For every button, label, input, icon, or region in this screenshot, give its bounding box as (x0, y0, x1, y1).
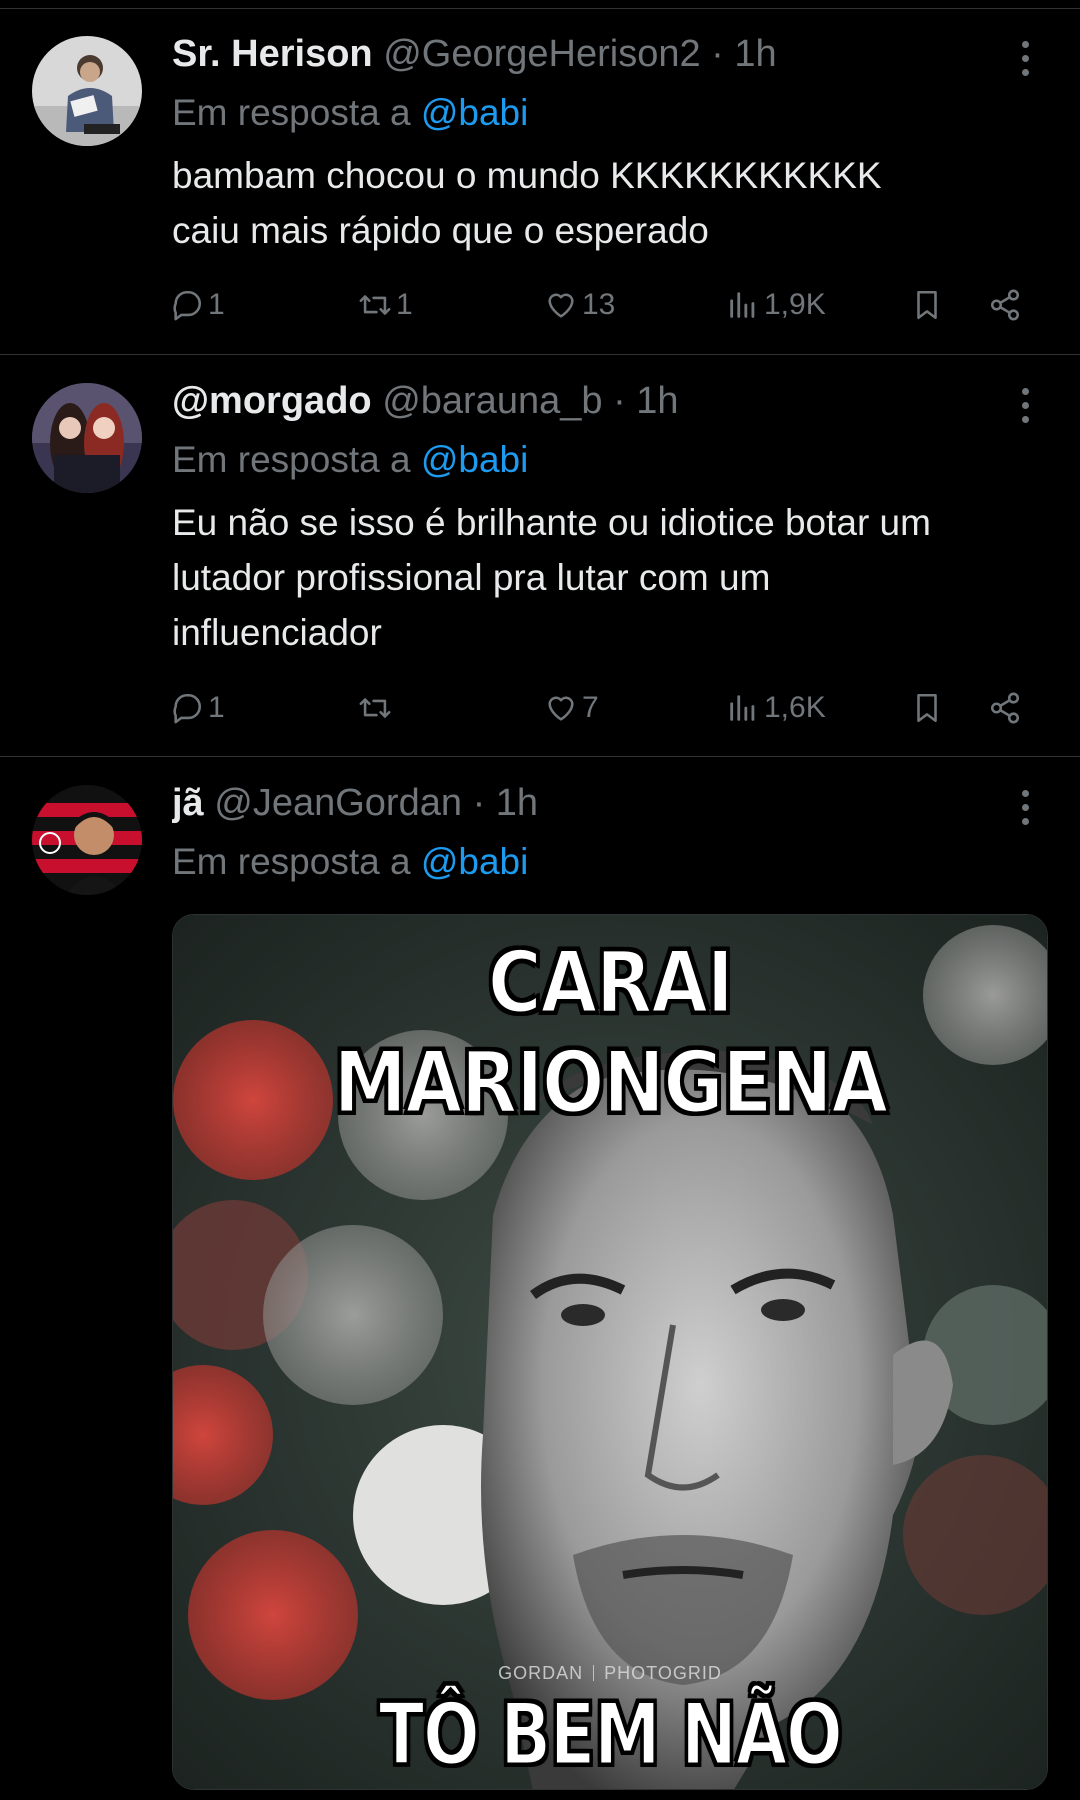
bookmark-icon (917, 290, 937, 320)
tweet-text: Eu não se isso é brilhante ou idiotice b… (172, 495, 1042, 660)
meme-caption-bottom: TÔ BEM NÃO (377, 1684, 844, 1787)
views-count: 1,9K (764, 288, 826, 321)
meme-caption-top: CARAI MARIONGENA (332, 932, 890, 1135)
avatar[interactable] (32, 383, 142, 493)
display-name[interactable]: jã (172, 782, 204, 824)
retweet-icon (359, 295, 391, 315)
tweet-header: jã @JeanGordan · 1h (172, 777, 970, 829)
reply-button[interactable]: 1 (170, 683, 225, 733)
action-bar: 1 1 13 1,9K (0, 280, 1080, 330)
reply-count: 1 (208, 691, 225, 724)
user-handle[interactable]: @JeanGordan (214, 782, 462, 824)
reply-button[interactable]: 1 (170, 280, 225, 330)
avatar[interactable] (32, 36, 142, 146)
bookmark-button[interactable] (910, 280, 948, 330)
like-button[interactable]: 13 (544, 280, 615, 330)
views-button[interactable]: 1,9K (726, 280, 826, 330)
more-icon[interactable] (1010, 781, 1040, 833)
reply-count: 1 (208, 288, 225, 321)
reply-context: Em resposta a @babi (172, 88, 528, 138)
heart-icon (548, 696, 574, 721)
watermark-right: PHOTOGRID (604, 1663, 722, 1683)
retweet-count: 1 (396, 288, 413, 321)
separator-dot: · (472, 782, 486, 824)
tweet-text: bambam chocou o mundo KKKKKKKKKKK caiu m… (172, 148, 1042, 258)
avatar-image (32, 785, 142, 895)
share-icon (990, 692, 1020, 724)
reply-context: Em resposta a @babi (172, 837, 528, 887)
user-handle[interactable]: @GeorgeHerison2 (383, 33, 700, 75)
separator-dot: · (711, 33, 724, 75)
watermark-left: GORDAN (498, 1663, 584, 1683)
reply-context: Em resposta a @babi (172, 435, 528, 485)
reply-icon (173, 693, 201, 724)
avatar-image (32, 383, 142, 493)
share-icon (990, 289, 1020, 321)
views-button[interactable]: 1,6K (726, 683, 826, 733)
reply-prefix: Em resposta a (172, 841, 411, 882)
bookmark-button[interactable] (910, 683, 948, 733)
avatar-image (32, 36, 142, 146)
share-button[interactable] (988, 280, 1026, 330)
views-count: 1,6K (764, 691, 826, 724)
reply-prefix: Em resposta a (172, 439, 411, 480)
tweet-header: @morgado @barauna_b · 1h (172, 375, 970, 427)
views-icon (730, 292, 755, 318)
reply-icon (173, 290, 201, 321)
reply-prefix: Em resposta a (172, 92, 411, 133)
user-handle[interactable]: @barauna_b (382, 380, 602, 422)
tweet-header: Sr. Herison @GeorgeHerison2 · 1h (172, 28, 970, 80)
reply-mention-link[interactable]: @babi (421, 439, 529, 480)
share-button[interactable] (988, 683, 1026, 733)
timestamp[interactable]: 1h (636, 380, 678, 422)
retweet-button[interactable] (358, 683, 396, 733)
tweet-2[interactable]: @morgado @barauna_b · 1h Em resposta a @… (0, 355, 1080, 757)
retweet-button[interactable]: 1 (358, 280, 413, 330)
like-button[interactable]: 7 (544, 683, 599, 733)
heart-icon (548, 293, 574, 318)
retweet-icon (359, 698, 391, 718)
more-icon[interactable] (1010, 379, 1040, 431)
tweet-text-line: lutador profissional pra lutar com um (172, 557, 771, 598)
display-name[interactable]: Sr. Herison (172, 33, 373, 75)
tweet-1[interactable]: Sr. Herison @GeorgeHerison2 · 1h Em resp… (0, 0, 1080, 355)
action-bar: 1 7 1,6K (0, 683, 1080, 733)
bookmark-icon (917, 693, 937, 723)
more-icon[interactable] (1010, 32, 1040, 84)
tweet-text-line: influenciador (172, 612, 382, 653)
separator-dot: · (613, 380, 626, 422)
tweet-text-line: Eu não se isso é brilhante ou idiotice b… (172, 502, 931, 543)
like-count: 7 (582, 691, 599, 724)
meme-watermark: GORDAN PHOTOGRID (173, 1663, 1047, 1684)
display-name[interactable]: @morgado (172, 380, 372, 422)
tweet-text-line: caiu mais rápido que o esperado (172, 210, 709, 251)
timestamp[interactable]: 1h (496, 782, 538, 824)
timestamp[interactable]: 1h (734, 33, 776, 75)
tweet-media-image[interactable]: CARAI MARIONGENA GORDAN PHOTOGRID TÔ BEM … (172, 914, 1048, 1790)
reply-mention-link[interactable]: @babi (421, 841, 529, 882)
tweet-text-line: bambam chocou o mundo KKKKKKKKKKK (172, 155, 882, 196)
avatar[interactable] (32, 785, 142, 895)
reply-mention-link[interactable]: @babi (421, 92, 529, 133)
views-icon (730, 695, 755, 721)
like-count: 13 (582, 288, 616, 321)
